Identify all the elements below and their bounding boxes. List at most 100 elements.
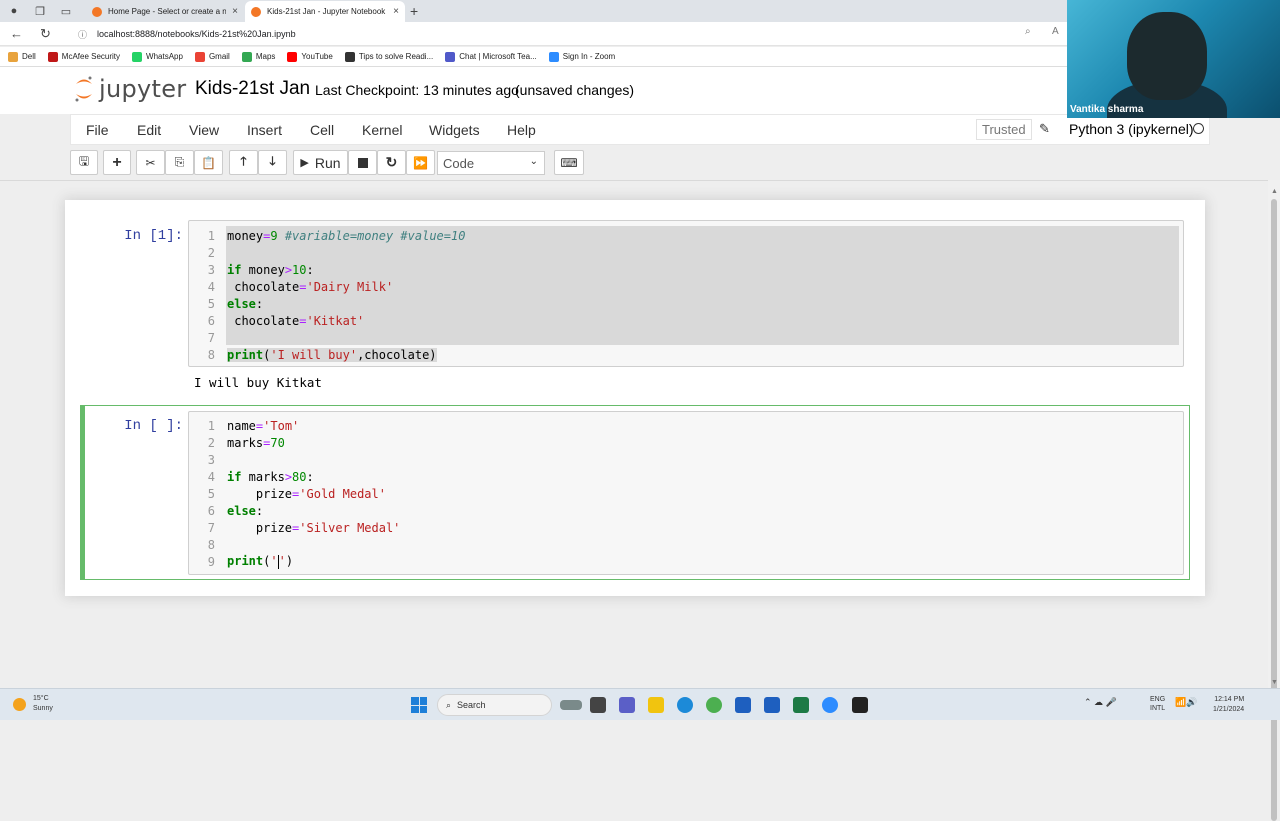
menu-view[interactable]: View xyxy=(189,122,219,138)
keyboard-icon: ⌨ xyxy=(560,155,578,170)
paste-button[interactable]: 📋 xyxy=(194,150,223,175)
windows-start-icon[interactable] xyxy=(411,697,427,713)
line-number: 2 xyxy=(207,245,215,260)
cut-button[interactable]: ✂ xyxy=(136,150,165,175)
bookmark-favicon-icon xyxy=(445,51,456,62)
logo-text: jupyter xyxy=(99,75,187,103)
taskbar-search[interactable]: ⌕ Search xyxy=(437,694,552,716)
clock[interactable]: 12:14 PM 1/21/2024 xyxy=(1213,695,1244,715)
teams-chat-icon[interactable] xyxy=(619,697,635,713)
reload-icon[interactable]: ↻ xyxy=(40,26,51,42)
bookmark-favicon-icon xyxy=(8,51,18,62)
wifi-volume-battery-icons[interactable]: 📶🔊 xyxy=(1175,697,1197,708)
code-cell[interactable]: In [1]: 1 money=9 #variable=money #value=… xyxy=(80,218,1190,390)
windows-taskbar: 15°C Sunny ⌕ Search ⌃ ☁ 🎤 ENG INTL 📶🔊 12… xyxy=(0,688,1280,720)
notebook-title[interactable]: Kids-21st Jan xyxy=(195,78,310,100)
trusted-indicator[interactable]: Trusted xyxy=(976,119,1032,140)
code-line: chocolate='Kitkat' xyxy=(227,313,365,328)
bookmark-label: Sign In - Zoom xyxy=(562,52,616,61)
workspaces-icon[interactable]: ❐ xyxy=(32,3,48,19)
bookmark-item[interactable]: Sign In - Zoom xyxy=(548,51,616,62)
presenter-name: Vantika sharma xyxy=(1070,104,1144,115)
line-number: 6 xyxy=(207,503,215,518)
tab-label: Kids-21st Jan - Jupyter Notebook xyxy=(267,7,386,16)
bookmark-favicon-icon xyxy=(287,51,298,62)
close-tab-icon[interactable]: × xyxy=(232,6,238,17)
zoom-icon[interactable]: ⌕ xyxy=(1025,26,1031,37)
menu-file[interactable]: File xyxy=(86,122,109,138)
notebook-container: In [1]: 1 money=9 #variable=money #value=… xyxy=(65,200,1205,596)
new-tab-button[interactable]: + xyxy=(410,3,418,19)
code-editor[interactable]: 1 name='Tom' 2 marks=70 3 4 if marks>80: 5 … xyxy=(188,411,1184,575)
tab-home-page[interactable]: Home Page - Select or create a n × xyxy=(86,1,244,22)
bookmark-item[interactable]: McAfee Security xyxy=(47,51,120,62)
code-cell-selected[interactable]: In [ ]: 1 name='Tom' 2 marks=70 3 4 if mark… xyxy=(80,405,1190,580)
info-icon[interactable]: ⓘ xyxy=(78,28,87,41)
profile-icon[interactable]: ● xyxy=(6,3,22,19)
restart-button[interactable]: ↻ xyxy=(377,150,406,175)
terminal-icon[interactable] xyxy=(852,697,868,713)
insert-cell-button[interactable]: + xyxy=(103,150,131,175)
interrupt-button[interactable] xyxy=(348,150,377,175)
menu-help[interactable]: Help xyxy=(507,122,536,138)
chrome-icon[interactable] xyxy=(706,697,722,713)
move-up-button[interactable]: 🡑 xyxy=(229,150,258,175)
clock-time: 12:14 PM xyxy=(1214,696,1245,703)
line-number: 1 xyxy=(207,418,215,433)
close-tab-icon[interactable]: × xyxy=(393,6,399,17)
code-line: prize='Silver Medal' xyxy=(227,520,401,535)
menu-kernel[interactable]: Kernel xyxy=(362,122,402,138)
bookmark-label: Tips to solve Readi... xyxy=(358,52,434,61)
scroll-up-icon[interactable]: ▲ xyxy=(1271,188,1278,195)
scrollbar-thumb[interactable] xyxy=(1271,199,1277,821)
restart-run-all-button[interactable]: ⏩ xyxy=(406,150,435,175)
save-button[interactable]: 🖫 xyxy=(70,150,98,175)
scroll-down-icon[interactable]: ▼ xyxy=(1271,679,1278,686)
bookmark-item[interactable]: YouTube xyxy=(287,51,333,62)
file-explorer-icon[interactable] xyxy=(648,697,664,713)
move-down-button[interactable]: 🡓 xyxy=(258,150,287,175)
menu-cell[interactable]: Cell xyxy=(310,122,334,138)
run-icon: ▶ xyxy=(300,157,309,169)
bookmark-item[interactable]: Dell xyxy=(8,51,36,62)
word-icon-2[interactable] xyxy=(764,697,780,713)
task-view-icon[interactable] xyxy=(590,697,606,713)
line-number: 4 xyxy=(207,469,215,484)
edge-icon[interactable] xyxy=(677,697,693,713)
run-button[interactable]: ▶ Run xyxy=(293,150,348,175)
lang-layout: INTL xyxy=(1150,705,1166,712)
code-line: if marks>80: xyxy=(227,469,314,484)
widget-icon[interactable] xyxy=(560,700,582,710)
bookmark-item[interactable]: Tips to solve Readi... xyxy=(344,51,434,62)
command-palette-button[interactable]: ⌨ xyxy=(554,150,584,175)
menu-widgets[interactable]: Widgets xyxy=(429,122,480,138)
cell-type-select[interactable]: Code ⌄ xyxy=(437,151,545,175)
save-icon: 🖫 xyxy=(78,154,90,168)
word-icon[interactable] xyxy=(735,697,751,713)
tab-kids-notebook[interactable]: Kids-21st Jan - Jupyter Notebook × xyxy=(245,1,405,22)
jupyter-logo[interactable]: jupyter xyxy=(74,75,186,103)
bookmark-item[interactable]: Gmail xyxy=(194,51,230,62)
excel-icon[interactable] xyxy=(793,697,809,713)
bookmark-favicon-icon xyxy=(132,51,143,62)
kernel-name[interactable]: Python 3 (ipykernel) xyxy=(1069,121,1194,137)
menu-edit[interactable]: Edit xyxy=(137,122,161,138)
bookmark-item[interactable]: Chat | Microsoft Tea... xyxy=(445,51,537,62)
weather-widget[interactable]: 15°C Sunny xyxy=(13,694,53,714)
system-tray[interactable]: ⌃ ☁ 🎤 xyxy=(1084,697,1117,708)
zoom-app-icon[interactable] xyxy=(822,697,838,713)
read-aloud-icon[interactable]: A xyxy=(1052,26,1059,37)
page-scrollbar[interactable]: ▲ ▼ xyxy=(1268,180,1280,821)
url-field[interactable]: ⓘ localhost:8888/notebooks/Kids-21st%20J… xyxy=(70,25,1065,43)
copy-button[interactable]: ⎘ xyxy=(165,150,194,175)
bookmark-item[interactable]: WhatsApp xyxy=(132,51,183,62)
tab-actions-icon[interactable]: ▭ xyxy=(58,3,74,19)
menu-insert[interactable]: Insert xyxy=(247,122,282,138)
code-line: print('') xyxy=(227,554,294,569)
language-indicator[interactable]: ENG INTL xyxy=(1150,695,1165,713)
bookmark-label: Dell xyxy=(22,52,36,61)
bookmark-label: WhatsApp xyxy=(146,52,183,61)
code-editor[interactable]: 1 money=9 #variable=money #value=10 2 3 if… xyxy=(188,220,1184,367)
back-icon[interactable]: ← xyxy=(10,26,23,41)
bookmark-item[interactable]: Maps xyxy=(241,51,275,62)
